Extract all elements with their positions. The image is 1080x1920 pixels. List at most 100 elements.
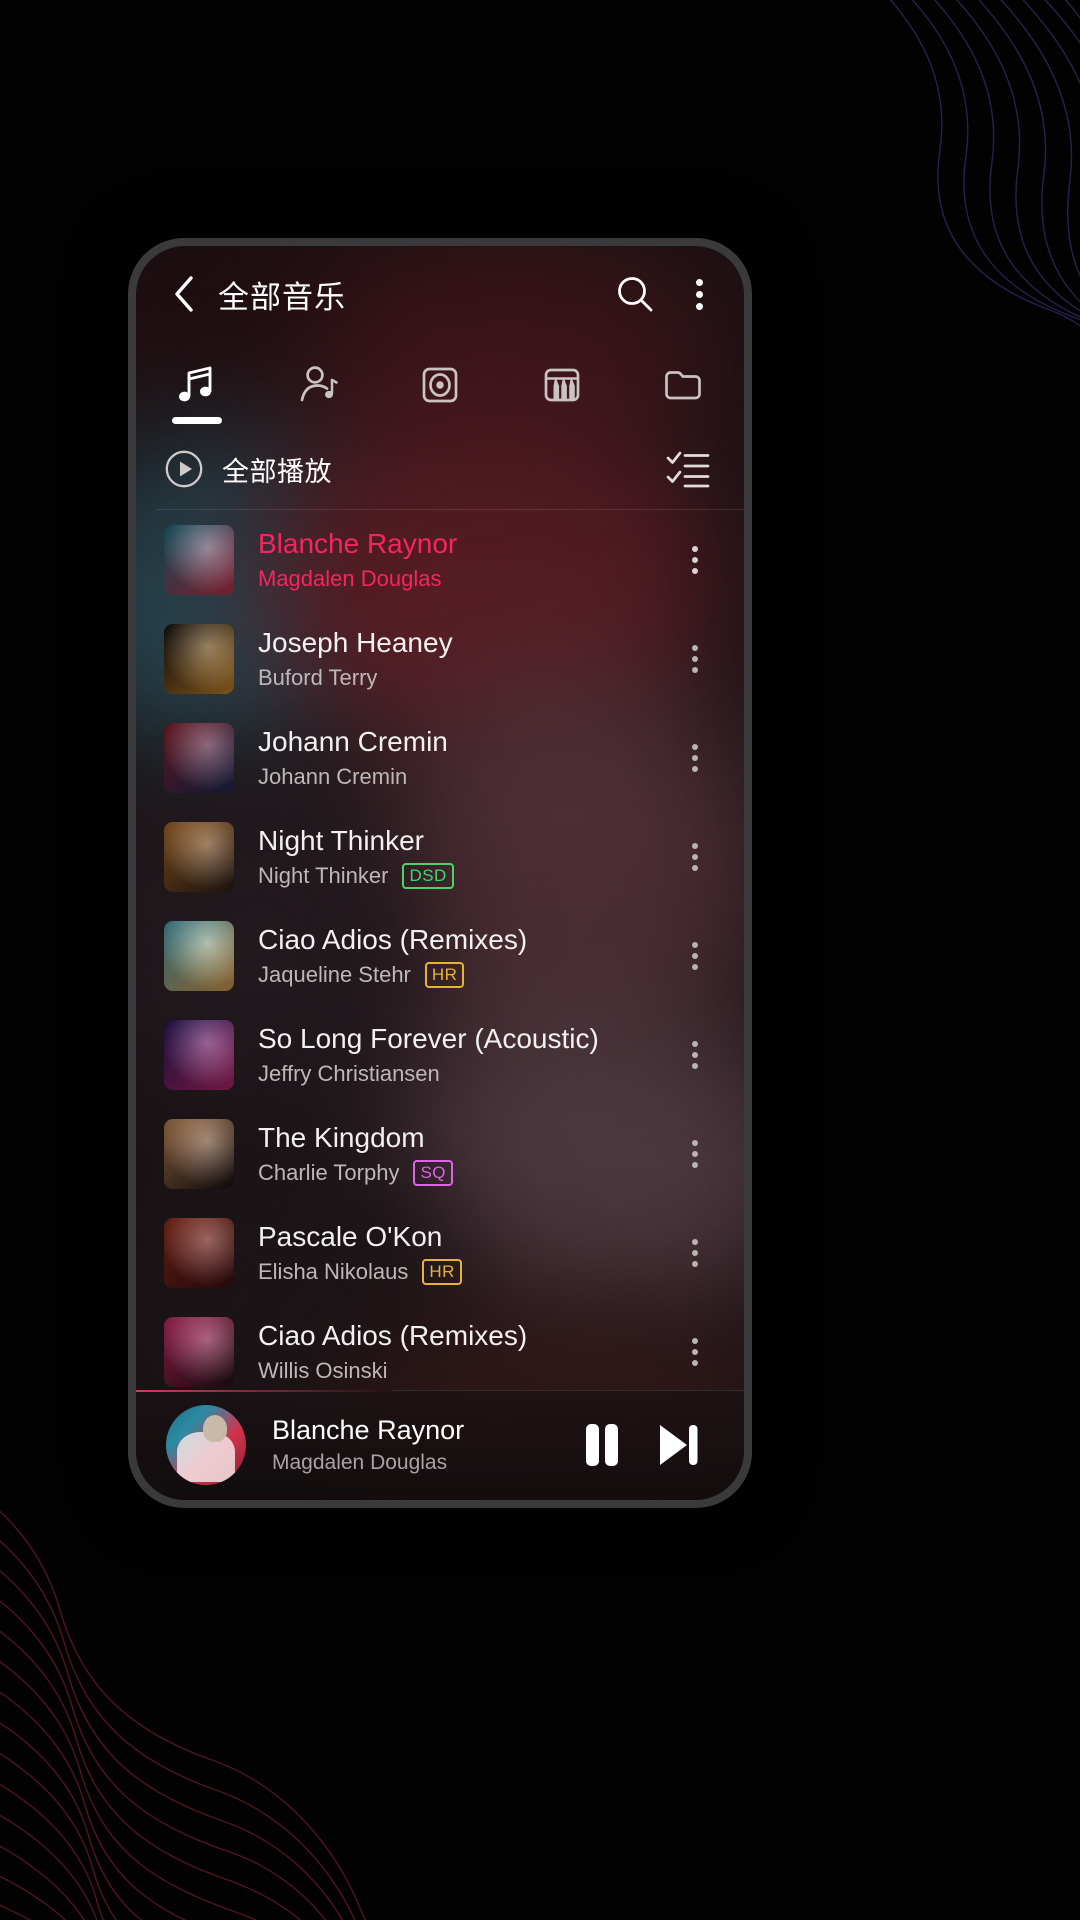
active-tab-indicator	[171, 417, 222, 424]
search-icon	[618, 277, 653, 312]
checklist-icon	[666, 451, 710, 488]
next-track-button[interactable]	[640, 1407, 716, 1483]
quality-badge: SQ	[413, 1159, 454, 1186]
song-list[interactable]: Blanche Raynor Magdalen Douglas Joseph Hea…	[136, 510, 744, 1390]
song-artist: Night Thinker	[258, 863, 389, 888]
chevron-left-icon	[175, 276, 193, 312]
song-title: Blanche Raynor	[258, 528, 458, 559]
back-button[interactable]	[162, 272, 206, 316]
album-disc-icon	[417, 359, 463, 411]
play-all-row[interactable]: 全部播放	[136, 428, 744, 510]
album-thumbnail	[164, 524, 234, 595]
phone-device-frame: 全部音乐 全部播放 Blanche Raynor Magdalen Dougla…	[128, 238, 752, 1508]
song-overflow-button[interactable]	[672, 624, 718, 694]
song-title: The Kingdom	[258, 1122, 425, 1153]
overflow-menu-icon	[692, 842, 698, 871]
song-title: Joseph Heaney	[258, 627, 453, 658]
album-thumbnail	[164, 623, 234, 694]
song-title: Night Thinker	[258, 825, 425, 856]
app-bar: 全部音乐	[136, 246, 744, 342]
song-artist: Johann Cremin	[258, 764, 408, 789]
search-button[interactable]	[610, 269, 660, 319]
artist-icon	[295, 359, 341, 411]
song-overflow-button[interactable]	[672, 1119, 718, 1189]
mini-player[interactable]: Blanche Raynor Magdalen Douglas	[136, 1390, 744, 1500]
mini-player-progress-line	[136, 1390, 396, 1392]
multiselect-button[interactable]	[662, 443, 714, 495]
song-meta: Blanche Raynor Magdalen Douglas	[258, 527, 672, 592]
piano-keys-icon	[539, 359, 585, 411]
song-subtitle-row: Jaqueline Stehr HR	[258, 961, 672, 988]
quality-badge: DSD	[402, 862, 454, 889]
song-title: Johann Cremin	[258, 726, 448, 757]
song-subtitle-row: Johann Cremin	[258, 763, 672, 790]
page-title: 全部音乐	[218, 279, 346, 315]
play-circle-icon	[165, 450, 203, 488]
pause-button[interactable]	[564, 1407, 640, 1483]
song-overflow-button[interactable]	[672, 723, 718, 793]
song-overflow-button[interactable]	[672, 1020, 718, 1090]
song-overflow-button[interactable]	[672, 822, 718, 892]
song-meta: Ciao Adios (Remixes) Willis Osinski	[258, 1319, 672, 1384]
song-row[interactable]: So Long Forever (Acoustic) Jeffry Christi…	[136, 1005, 744, 1104]
play-all-label: 全部播放	[222, 456, 332, 487]
album-thumbnail	[164, 1316, 234, 1387]
overflow-menu-icon	[692, 1238, 698, 1267]
overflow-menu-icon	[692, 1337, 698, 1366]
mini-player-artwork[interactable]	[166, 1405, 246, 1485]
song-meta: Night Thinker Night Thinker DSD	[258, 824, 672, 889]
album-thumbnail	[164, 722, 234, 793]
song-subtitle-row: Magdalen Douglas	[258, 565, 672, 592]
tab-artists[interactable]	[258, 342, 380, 428]
overflow-menu-button[interactable]	[682, 269, 716, 319]
song-title: Ciao Adios (Remixes)	[258, 1320, 528, 1351]
song-title: So Long Forever (Acoustic)	[258, 1023, 599, 1054]
song-artist: Buford Terry	[258, 665, 378, 690]
song-subtitle-row: Night Thinker DSD	[258, 862, 672, 889]
tab-genres[interactable]	[501, 342, 623, 428]
song-row[interactable]: Ciao Adios (Remixes) Willis Osinski	[136, 1302, 744, 1390]
song-subtitle-row: Charlie Torphy SQ	[258, 1159, 672, 1186]
tab-folders[interactable]	[622, 342, 744, 428]
song-row[interactable]: Johann Cremin Johann Cremin	[136, 708, 744, 807]
category-tab-bar	[136, 342, 744, 428]
song-subtitle-row: Elisha Nikolaus HR	[258, 1258, 672, 1285]
quality-badge: HR	[422, 1258, 462, 1285]
tab-albums[interactable]	[379, 342, 501, 428]
mini-player-track-info: Blanche Raynor Magdalen Douglas	[272, 1414, 564, 1476]
song-subtitle-row: Buford Terry	[258, 664, 672, 691]
overflow-menu-icon	[692, 941, 698, 970]
song-artist: Jeffry Christiansen	[258, 1061, 440, 1086]
song-meta: So Long Forever (Acoustic) Jeffry Christi…	[258, 1022, 672, 1087]
song-artist: Willis Osinski	[258, 1358, 388, 1383]
song-title: Pascale O'Kon	[258, 1221, 443, 1252]
song-artist: Magdalen Douglas	[258, 566, 442, 591]
song-row[interactable]: Joseph Heaney Buford Terry	[136, 609, 744, 708]
folder-icon	[660, 359, 706, 411]
album-thumbnail	[164, 1217, 234, 1288]
song-artist: Jaqueline Stehr	[258, 962, 411, 987]
song-meta: The Kingdom Charlie Torphy SQ	[258, 1121, 672, 1186]
song-overflow-button[interactable]	[672, 525, 718, 595]
quality-badge: HR	[424, 961, 465, 988]
phone-screen: 全部音乐 全部播放 Blanche Raynor Magdalen Dougla…	[136, 246, 744, 1500]
overflow-menu-icon	[692, 743, 698, 772]
song-row[interactable]: Night Thinker Night Thinker DSD	[136, 807, 744, 906]
song-artist: Elisha Nikolaus	[258, 1259, 409, 1284]
skip-next-icon	[660, 1425, 698, 1465]
song-overflow-button[interactable]	[672, 1218, 718, 1288]
mini-player-artist: Magdalen Douglas	[272, 1451, 448, 1474]
song-row[interactable]: The Kingdom Charlie Torphy SQ	[136, 1104, 744, 1203]
song-row[interactable]: Blanche Raynor Magdalen Douglas	[136, 510, 744, 609]
play-all-button[interactable]: 全部播放	[164, 449, 662, 489]
song-meta: Pascale O'Kon Elisha Nikolaus HR	[258, 1220, 672, 1285]
song-row[interactable]: Pascale O'Kon Elisha Nikolaus HR	[136, 1203, 744, 1302]
album-thumbnail	[164, 1118, 234, 1189]
song-row[interactable]: Ciao Adios (Remixes) Jaqueline Stehr HR	[136, 906, 744, 1005]
song-title: Ciao Adios (Remixes)	[258, 924, 528, 955]
tab-songs[interactable]	[136, 342, 258, 428]
song-overflow-button[interactable]	[672, 1317, 718, 1387]
song-overflow-button[interactable]	[672, 921, 718, 991]
music-note-icon	[174, 359, 220, 411]
album-thumbnail	[164, 1019, 234, 1090]
